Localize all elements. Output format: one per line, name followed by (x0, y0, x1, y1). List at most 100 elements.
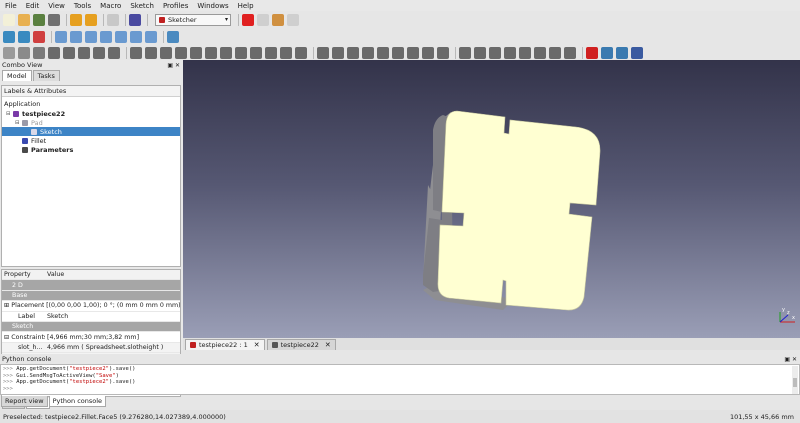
property-expander-icon[interactable]: ⊞ (4, 302, 9, 309)
sketch-tool-42-icon[interactable] (601, 46, 613, 59)
panel-tab-python-console[interactable]: Python console (48, 396, 107, 407)
close-icon[interactable]: ✕ (254, 341, 260, 349)
sketch-tool-20-icon[interactable] (295, 46, 307, 59)
tree-expander-icon[interactable]: ⊟ (6, 111, 12, 117)
view-tool-1-icon[interactable] (18, 30, 30, 43)
menu-windows[interactable]: Windows (197, 2, 228, 10)
property-value[interactable]: 4,966 mm ( Spreadsheet.slotheight ) (45, 344, 163, 351)
close-icon[interactable]: ✕ (325, 341, 331, 349)
file-tool-16-icon[interactable] (272, 13, 284, 26)
property-expander-icon[interactable]: ⊟ (4, 334, 9, 341)
sketch-tool-6-icon[interactable] (93, 46, 105, 59)
sketch-tool-10-icon[interactable] (145, 46, 157, 59)
property-value[interactable]: [(0,00 0,00 1,00); 0 °; (0 mm 0 mm 0 mm)… (44, 302, 180, 309)
sketch-tool-28-icon[interactable] (407, 46, 419, 59)
file-tool-3-icon[interactable] (48, 13, 60, 26)
view-tool-9-icon[interactable] (130, 30, 142, 43)
sketch-tool-41-icon[interactable] (586, 46, 598, 59)
document-tab[interactable]: testpiece22 : 1 ✕ (185, 339, 265, 350)
file-tool-2-icon[interactable] (33, 13, 45, 26)
file-tool-0-icon[interactable] (3, 13, 15, 26)
sketch-tool-13-icon[interactable] (190, 46, 202, 59)
menu-profiles[interactable]: Profiles (163, 2, 188, 10)
file-tool-5-icon[interactable] (70, 13, 82, 26)
sketch-tool-30-icon[interactable] (437, 46, 449, 59)
panel-tab-report-view[interactable]: Report view (1, 396, 48, 407)
file-tool-8-icon[interactable] (107, 13, 119, 26)
property-value[interactable]: [4,966 mm;30 mm;3,82 mm] (45, 334, 139, 341)
sketch-tool-12-icon[interactable] (175, 46, 187, 59)
sketch-tool-4-icon[interactable] (63, 46, 75, 59)
sketch-tool-5-icon[interactable] (78, 46, 90, 59)
view-tool-6-icon[interactable] (85, 30, 97, 43)
file-tool-14-icon[interactable] (242, 13, 254, 26)
view-tool-2-icon[interactable] (33, 30, 45, 43)
workbench-selector[interactable]: Sketcher ▾ (155, 13, 231, 26)
tree-item-sketch[interactable]: Sketch (2, 127, 180, 136)
document-tab[interactable]: testpiece22 ✕ (266, 339, 336, 350)
sketch-tool-1-icon[interactable] (18, 46, 30, 59)
sketch-tool-36-icon[interactable] (519, 46, 531, 59)
property-row[interactable]: ⊟ Constraints [4,966 mm;30 mm;3,82 mm] (2, 332, 180, 343)
file-tool-17-icon[interactable] (287, 13, 299, 26)
panel-float-close-icons[interactable]: ▣ ✕ (784, 356, 797, 363)
file-tool-10-icon[interactable] (129, 13, 141, 26)
sketch-tool-27-icon[interactable] (392, 46, 404, 59)
sketch-tool-14-icon[interactable] (205, 46, 217, 59)
sketch-tool-38-icon[interactable] (549, 46, 561, 59)
sketch-tool-7-icon[interactable] (108, 46, 120, 59)
menu-file[interactable]: File (5, 2, 17, 10)
menu-tools[interactable]: Tools (74, 2, 91, 10)
property-value[interactable]: Sketch (45, 313, 68, 320)
menu-view[interactable]: View (48, 2, 65, 10)
view-tool-10-icon[interactable] (145, 30, 157, 43)
view-tool-12-icon[interactable] (167, 30, 179, 43)
view-tool-7-icon[interactable] (100, 30, 112, 43)
view-tool-8-icon[interactable] (115, 30, 127, 43)
view-tool-0-icon[interactable] (3, 30, 15, 43)
sketch-tool-17-icon[interactable] (250, 46, 262, 59)
sketch-tool-34-icon[interactable] (489, 46, 501, 59)
file-tool-1-icon[interactable] (18, 13, 30, 26)
sketch-tool-43-icon[interactable] (616, 46, 628, 59)
sketch-tool-24-icon[interactable] (347, 46, 359, 59)
menu-edit[interactable]: Edit (26, 2, 40, 10)
sketch-tool-39-icon[interactable] (564, 46, 576, 59)
sketch-tool-18-icon[interactable] (265, 46, 277, 59)
tree-item-parameters[interactable]: Parameters (2, 145, 180, 154)
tree-item-pad[interactable]: ⊟ Pad (2, 118, 180, 127)
sketch-tool-3-icon[interactable] (48, 46, 60, 59)
combo-tab-model[interactable]: Model (2, 70, 32, 81)
sketch-tool-11-icon[interactable] (160, 46, 172, 59)
sketch-tool-32-icon[interactable] (459, 46, 471, 59)
model-tree[interactable]: Labels & Attributes Application ⊟ testpie… (1, 85, 181, 267)
sketch-tool-16-icon[interactable] (235, 46, 247, 59)
console-scrollbar[interactable] (792, 366, 798, 394)
menu-sketch[interactable]: Sketch (130, 2, 154, 10)
view-tool-4-icon[interactable] (55, 30, 67, 43)
panel-float-close-icons[interactable]: ▣ ✕ (167, 62, 180, 69)
tree-expander-icon[interactable]: ⊟ (15, 120, 21, 126)
sketch-tool-44-icon[interactable] (631, 46, 643, 59)
python-console[interactable]: >>> App.getDocument("testpiece2").save()… (0, 364, 800, 395)
sketch-tool-15-icon[interactable] (220, 46, 232, 59)
menu-macro[interactable]: Macro (100, 2, 121, 10)
sketch-tool-9-icon[interactable] (130, 46, 142, 59)
tree-item-testpiece22[interactable]: ⊟ testpiece22 (2, 109, 180, 118)
3d-viewport[interactable]: x y z (183, 60, 800, 338)
property-row[interactable]: ⊞ Placement [(0,00 0,00 1,00); 0 °; (0 mm … (2, 301, 180, 312)
sketch-tool-26-icon[interactable] (377, 46, 389, 59)
combo-tab-tasks[interactable]: Tasks (32, 70, 60, 81)
sketch-tool-2-icon[interactable] (33, 46, 45, 59)
property-row[interactable]: Label Sketch (2, 312, 180, 322)
part-front-face[interactable] (437, 110, 601, 311)
sketch-tool-19-icon[interactable] (280, 46, 292, 59)
sketch-tool-25-icon[interactable] (362, 46, 374, 59)
sketch-tool-35-icon[interactable] (504, 46, 516, 59)
menu-help[interactable]: Help (238, 2, 254, 10)
sketch-tool-23-icon[interactable] (332, 46, 344, 59)
sketch-tool-22-icon[interactable] (317, 46, 329, 59)
sketch-tool-0-icon[interactable] (3, 46, 15, 59)
tree-item-fillet[interactable]: Fillet (2, 136, 180, 145)
sketch-tool-37-icon[interactable] (534, 46, 546, 59)
